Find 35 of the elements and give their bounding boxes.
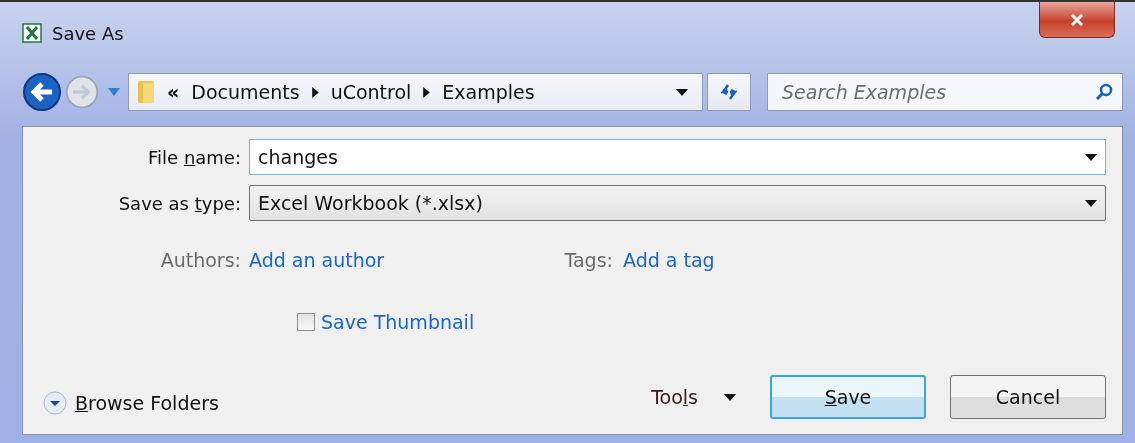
window-title: Save As — [52, 22, 124, 44]
dropdown-arrow-icon — [1085, 199, 1097, 207]
file-name-field[interactable]: changes — [249, 139, 1106, 175]
chevron-icon[interactable] — [311, 86, 319, 98]
file-name-label: File name: — [147, 146, 242, 168]
add-author-link[interactable]: Add an author — [249, 249, 385, 271]
cancel-button[interactable]: Cancel — [950, 375, 1106, 419]
close-icon — [1069, 13, 1085, 26]
save-button[interactable]: Save — [770, 375, 926, 419]
refresh-arrows-icon — [719, 82, 739, 102]
add-tag-link[interactable]: Add a tag — [622, 249, 715, 271]
breadcrumb-overflow[interactable]: « — [167, 81, 180, 103]
browse-folders-button[interactable]: Browse Folders — [23, 391, 219, 415]
tags-label: Tags: — [564, 249, 613, 271]
breadcrumb-item[interactable]: uControl — [330, 81, 412, 103]
refresh-button[interactable] — [707, 73, 751, 111]
save-as-type-label: Save as type: — [117, 192, 242, 214]
search-field[interactable]: Search Examples — [767, 73, 1123, 111]
dropdown-arrow-icon[interactable] — [676, 88, 688, 96]
breadcrumb-item[interactable]: Documents — [191, 81, 300, 103]
spreadsheet-app-icon — [22, 23, 42, 43]
save-thumbnail-label[interactable]: Save Thumbnail — [321, 311, 475, 333]
chevron-icon[interactable] — [423, 86, 431, 98]
file-type-dropdown[interactable]: Excel Workbook (*.xlsx) — [249, 185, 1106, 221]
folder-icon — [137, 79, 155, 105]
close-button[interactable] — [1039, 2, 1115, 38]
tools-menu-button[interactable]: Tools — [645, 385, 742, 409]
checkbox[interactable] — [297, 313, 315, 331]
back-button[interactable] — [22, 72, 62, 112]
breadcrumb-item[interactable]: Examples — [442, 81, 535, 103]
authors-label: Authors: — [159, 249, 242, 271]
address-bar[interactable]: « Documents uControl Examples — [128, 73, 703, 111]
search-icon — [1095, 83, 1113, 101]
dropdown-arrow-icon[interactable] — [1085, 153, 1097, 161]
dropdown-arrow-icon — [724, 393, 736, 401]
